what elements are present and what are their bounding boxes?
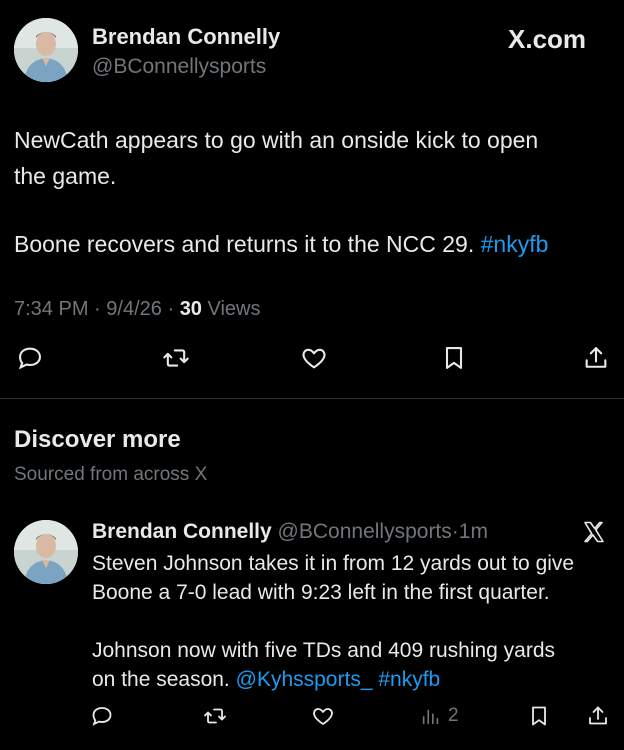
reply-views-count: 2 [448,705,459,726]
reply-text-line-4: on the season. @Kyhssports_ #nkyfb [92,665,440,695]
reply-mention[interactable]: @Kyhssports_ [236,668,373,691]
meta-separator: · [94,298,101,320]
reply-age[interactable]: 1m [459,520,488,543]
meta-separator: · [167,298,175,320]
x-logo-icon [582,520,606,544]
reply-icon[interactable] [16,344,44,372]
avatar[interactable] [14,18,78,82]
views-label: Views [207,298,261,320]
reply-author-name[interactable]: Brendan Connelly [92,520,272,543]
author-handle[interactable]: @BConnellysports [92,55,266,79]
like-icon[interactable] [310,704,336,728]
post-text-line-2: the game. [14,163,117,189]
reply-hashtag[interactable]: #nkyfb [378,668,440,691]
bookmark-icon[interactable] [527,704,551,728]
views-count: 30 [179,298,202,320]
bookmark-icon[interactable] [440,344,468,372]
discover-subtitle: Sourced from across X [14,464,208,485]
reply-text-line-4-plain: on the season. [92,668,230,691]
post-text-line-3-plain: Boone recovers and returns it to the NCC… [14,231,475,257]
post-text-line-3: Boone recovers and returns it to the NCC… [14,228,548,260]
like-icon[interactable] [299,344,329,372]
post-hashtag[interactable]: #nkyfb [481,231,549,257]
reply-text-line-2: Boone a 7-0 lead with 9:23 left in the f… [92,581,550,604]
reply-author-handle[interactable]: @BConnellysports [278,520,452,543]
reply-text-line-3: Johnson now with five TDs and 409 rushin… [92,639,556,662]
site-label-text: X.com [508,24,587,54]
repost-icon[interactable] [203,704,227,728]
discover-title: Discover more [14,426,181,453]
share-icon[interactable] [586,704,610,728]
post-time[interactable]: 7:34 PM [14,298,88,320]
post-meta: 7:34 PM · 9/4/26 · 30 Views [14,298,261,321]
share-icon[interactable] [582,344,610,372]
reply-separator: · [451,520,459,543]
reply-header: Brendan Connelly @BConnellysports·1m [92,520,488,544]
avatar[interactable] [14,520,78,584]
divider [0,398,624,399]
repost-icon[interactable] [162,344,190,372]
post-text-line-1: NewCath appears to go with an onside kic… [14,127,539,153]
post-date[interactable]: 9/4/26 [106,298,162,320]
reply-icon[interactable] [90,704,114,728]
reply-text-line-1: Steven Johnson takes it in from 12 yards… [92,552,575,575]
author-name[interactable]: Brendan Connelly [92,24,280,50]
analytics-icon [420,704,442,728]
views-stat[interactable]: 2 [420,704,459,728]
site-label: X.com [508,24,586,55]
